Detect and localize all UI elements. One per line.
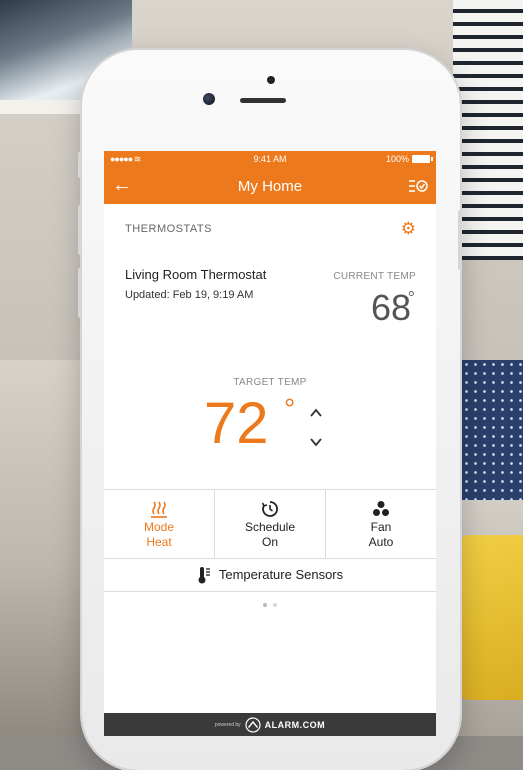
mute-switch <box>78 152 82 178</box>
fan-button[interactable]: Fan Auto <box>326 490 436 558</box>
gear-icon[interactable]: ⚙ <box>401 220 416 237</box>
powered-by-text: powered by <box>214 721 241 728</box>
schedule-value: On <box>261 535 278 549</box>
mode-button[interactable]: Mode Heat <box>104 490 215 558</box>
volume-up-button <box>78 205 82 255</box>
current-temp-degree: ° <box>407 288 415 308</box>
nav-bar: ← My Home <box>104 168 436 204</box>
section-title: THERMOSTATS <box>125 223 212 235</box>
fan-icon <box>326 498 436 520</box>
target-temp-degree: ° <box>284 393 296 424</box>
proximity-sensor <box>267 76 275 84</box>
battery-indicator: 100% <box>385 154 433 164</box>
target-temp-label: TARGET TEMP <box>233 377 307 388</box>
page-indicator <box>104 603 436 607</box>
target-temp-value: 72 <box>204 391 269 456</box>
list-check-icon[interactable] <box>408 178 428 194</box>
fan-value: Auto <box>368 535 394 549</box>
heat-icon <box>104 498 214 520</box>
power-button <box>458 210 462 270</box>
thermostat-updated: Updated: Feb 19, 9:19 AM <box>125 289 254 301</box>
temperature-sensors-label: Temperature Sensors <box>218 567 344 582</box>
chevron-up-icon[interactable] <box>309 406 323 420</box>
volume-down-button <box>78 268 82 318</box>
brand-name: ALARM.COM <box>264 719 326 730</box>
current-temp-label: CURRENT TEMP <box>333 271 416 282</box>
background-pillow-blue <box>453 360 523 500</box>
page-dot-active[interactable] <box>263 603 267 607</box>
front-camera <box>203 93 215 105</box>
page-dot[interactable] <box>273 603 277 607</box>
earpiece-speaker <box>240 98 286 103</box>
background-pillow-yellow <box>459 535 523 700</box>
app-screen: ●●●●● ≋ 9:41 AM 100% ← My Home THERMOSTA… <box>104 151 436 736</box>
schedule-clock-icon <box>215 498 325 520</box>
thermostat-controls: Mode Heat Schedule On Fan Auto <box>104 489 436 559</box>
mode-value: Heat <box>146 535 172 549</box>
schedule-label: Schedule <box>244 520 296 534</box>
thermostats-section-header: THERMOSTATS ⚙ <box>104 204 436 246</box>
battery-percent: 100% <box>385 154 409 164</box>
chevron-down-icon[interactable] <box>309 435 323 449</box>
background-artwork-right <box>453 0 523 260</box>
current-temp-value: 68 <box>370 287 411 328</box>
thermometer-icon <box>198 566 210 583</box>
page-title: My Home <box>237 178 303 195</box>
temperature-sensors-link[interactable]: Temperature Sensors <box>104 558 436 592</box>
thermostat-name: Living Room Thermostat <box>125 267 267 282</box>
mode-label: Mode <box>143 520 175 534</box>
fan-label: Fan <box>370 520 392 534</box>
schedule-button[interactable]: Schedule On <box>215 490 326 558</box>
battery-icon <box>412 155 433 163</box>
alarm-com-logo-icon <box>245 716 261 733</box>
status-bar: ●●●●● ≋ 9:41 AM 100% <box>104 151 436 168</box>
footer-bar: powered by ALARM.COM <box>104 713 436 736</box>
